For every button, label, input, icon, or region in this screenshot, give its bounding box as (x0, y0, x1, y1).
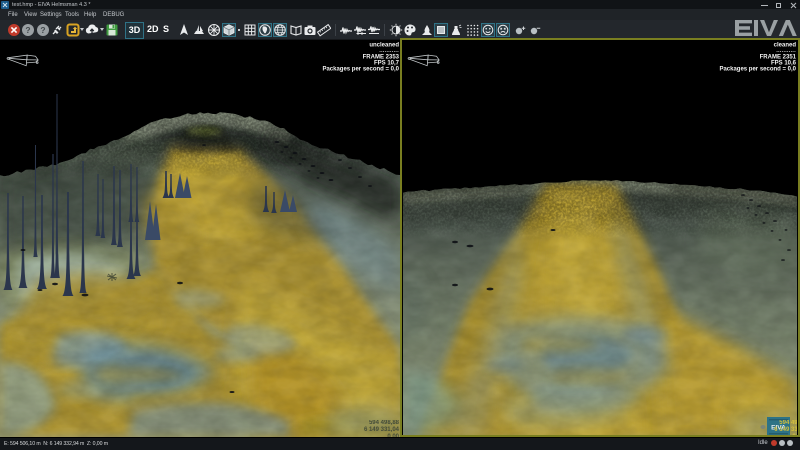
svg-text:594 498,88: 594 498,88 (369, 420, 400, 426)
svg-text:594 498,8: 594 498,8 (779, 420, 797, 426)
svg-text:0,00: 0,00 (792, 434, 797, 437)
svg-text:?: ? (25, 25, 30, 35)
svg-text:0,00: 0,00 (387, 434, 399, 437)
svg-text:6 149 331,04: 6 149 331,04 (364, 427, 400, 433)
svg-text:6 149 331,0: 6 149 331,0 (774, 427, 797, 433)
svg-text:...........: ........... (379, 48, 399, 54)
svg-text:Packages per second = 0,0: Packages per second = 0,0 (719, 67, 796, 73)
svg-text:?: ? (40, 25, 45, 35)
svg-text:...........: ........... (776, 48, 796, 54)
svg-text:Packages per second = 0,0: Packages per second = 0,0 (322, 67, 399, 73)
